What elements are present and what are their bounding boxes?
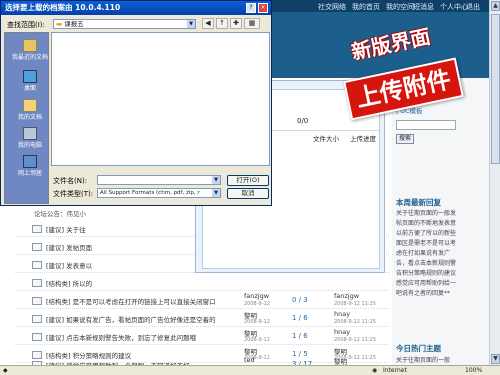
search-input[interactable] [396, 120, 456, 130]
place-label: 我最近的文档 [11, 54, 48, 61]
filetype-label: 文件类型(T): [53, 190, 94, 198]
filename-input[interactable]: ▼ [97, 175, 221, 185]
topic-icon [32, 261, 42, 269]
col-progress: 上传进度 [350, 135, 376, 143]
look-in-value: 课报五 [64, 20, 84, 28]
table-row[interactable]: [结构类] 所以的 [14, 274, 389, 291]
filetype-value: All Support Formats (chm, pdf, zip, r [100, 190, 200, 196]
hot-topics-text[interactable]: 关于往期页面的一般 [396, 355, 456, 364]
place-recent[interactable]: 我最近的文档 [10, 39, 50, 69]
last-poster[interactable]: fanzjgw [334, 292, 359, 300]
view-menu-icon[interactable]: ▦ [244, 18, 260, 29]
topic-author[interactable]: ted [244, 356, 255, 364]
nav-item[interactable]: 社交网络 [318, 2, 346, 12]
place-label: 我的文档 [17, 114, 42, 121]
reply-count: 1 / 6 [292, 332, 308, 340]
new-folder-icon[interactable]: ✚ [230, 18, 242, 29]
topic-icon [32, 297, 42, 305]
reply-count: 1 / 6 [292, 314, 308, 322]
topic-icon [32, 315, 42, 323]
scroll-thumb[interactable] [491, 14, 500, 164]
internet-zone-label: Internet [383, 367, 407, 374]
places-bar: 我最近的文档 桌面 我的文档 我的电脑 网上邻居 [4, 32, 49, 204]
place-network[interactable]: 网上邻居 [10, 155, 50, 185]
topic-title[interactable]: [结构类] 是不是可以考虑在打开的链接上可以直接关闭窗口 [46, 296, 216, 306]
table-row[interactable]: [建议] 如果说有发广告，看帖页面的广告位好像还是空着的 黎明 2008-9-12 1… [14, 310, 389, 327]
nav-item[interactable]: 退出 [466, 2, 480, 12]
nav-item[interactable]: 我的空间 [386, 2, 414, 12]
search-button[interactable]: 搜索 [396, 134, 414, 144]
topic-icon [32, 225, 42, 233]
nav-item[interactable]: 短消息 [413, 2, 434, 12]
topic-icon [32, 279, 42, 287]
file-list[interactable] [51, 32, 270, 166]
promo-badge: 新版界面 上传附件 [343, 24, 466, 121]
chevron-down-icon: ▼ [212, 189, 220, 197]
vertical-scrollbar[interactable]: ▲ ▼ [489, 0, 500, 365]
place-label: 网上邻居 [17, 170, 42, 177]
filename-label: 文件名(N): [53, 177, 88, 185]
status-bar: ◆ ◉ Internet 100% [0, 365, 500, 375]
dialog-title: 选择要上载的档案由 10.0.4.110 [1, 1, 271, 15]
upload-count: 0/0 [297, 117, 309, 125]
table-row[interactable]: [建议] 点击本新规则警告失败，到忘了修复此问题哦 黎明 2008-9-12 1 / … [14, 328, 389, 345]
last-post-date: 2008-9-12 11:25 [334, 319, 376, 325]
last-poster[interactable]: hnay [334, 310, 350, 318]
topic-date: 2008-9-12 [244, 301, 270, 307]
place-label: 我的电脑 [17, 142, 42, 149]
hot-topics-title: 今日热门主题 [396, 344, 441, 353]
file-open-dialog: 选择要上载的档案由 10.0.4.110 ? × 查找范围(I): ▬ 课报五 … [0, 0, 272, 206]
page-icon: ◆ [3, 367, 8, 374]
place-label: 桌面 [23, 85, 36, 92]
look-in-label: 查找范围(I): [7, 21, 45, 29]
topic-title[interactable]: [建议] 发帖页面 [46, 242, 92, 252]
topic-title[interactable]: [建议] 关于往 [46, 224, 86, 234]
topic-title[interactable]: [建议] 点击本新规则警告失败，到忘了修复此问题哦 [46, 332, 196, 342]
open-button[interactable]: 打开(O) [227, 175, 269, 186]
help-icon[interactable]: ? [246, 3, 256, 13]
topic-title[interactable]: [建议] 发表意以 [46, 260, 92, 270]
chevron-down-icon: ▼ [212, 176, 220, 184]
my-documents-icon [23, 99, 37, 112]
folder-icon: ▬ [56, 20, 63, 28]
zoom-level[interactable]: 100% [465, 367, 482, 374]
topic-date: 2008-9-12 [244, 337, 270, 343]
right-sidebar: | UC模板 搜索 本周最新回复 关于往期页面的一般发帖页面的不断地发表意以前方… [392, 78, 489, 365]
announcement[interactable]: 论坛公告：伟见小 [34, 208, 86, 218]
topic-icon [32, 333, 42, 341]
internet-zone-icon: ◉ [372, 367, 378, 374]
col-file-size: 文件大小 [313, 135, 339, 143]
topic-title[interactable]: [建议] 如果说有发广告，看帖页面的广告位好像还是空着的 [46, 314, 216, 324]
filetype-select[interactable]: All Support Formats (chm, pdf, zip, r ▼ [97, 188, 221, 198]
topic-date: 2008-9-12 [244, 319, 270, 325]
up-folder-icon[interactable]: ↑ [216, 18, 228, 29]
back-icon[interactable]: ◀ [202, 18, 214, 29]
last-post-date: 2008-9-12 11:25 [334, 337, 376, 343]
scroll-down-icon[interactable]: ▼ [491, 354, 500, 364]
close-icon[interactable]: × [258, 3, 268, 13]
scroll-up-icon[interactable]: ▲ [491, 1, 500, 11]
desktop-icon [23, 70, 37, 83]
place-desktop[interactable]: 桌面 [10, 70, 50, 100]
nav-item[interactable]: 个人中心 [440, 2, 468, 12]
place-my-computer[interactable]: 我的电脑 [10, 127, 50, 157]
topic-author[interactable]: fanzjgw [244, 292, 269, 300]
my-computer-icon [23, 127, 37, 140]
cancel-button[interactable]: 取消 [227, 188, 269, 199]
network-icon [23, 155, 37, 168]
recent-replies-text[interactable]: 关于往期页面的一般发帖页面的不断地发表意以前方便了所以的新些面区是需老不是可以考… [396, 209, 456, 299]
nav-item[interactable]: 我的首页 [352, 2, 380, 12]
recent-replies-title: 本周最新回复 [396, 198, 441, 207]
topic-title[interactable]: [结构类] 所以的 [46, 278, 92, 288]
reply-count: 0 / 3 [292, 296, 308, 304]
look-in-select[interactable]: ▬ 课报五 ▼ [53, 19, 196, 29]
last-poster[interactable]: hnay [334, 328, 350, 336]
place-my-documents[interactable]: 我的文档 [10, 99, 50, 129]
topic-icon [32, 243, 42, 251]
last-post-date: 2008-9-12 11:25 [334, 301, 376, 307]
recent-docs-icon [23, 39, 37, 52]
table-row[interactable]: [结构类] 是不是可以考虑在打开的链接上可以直接关闭窗口 fanzjgw 2008-… [14, 292, 389, 309]
chevron-down-icon: ▼ [187, 20, 195, 28]
